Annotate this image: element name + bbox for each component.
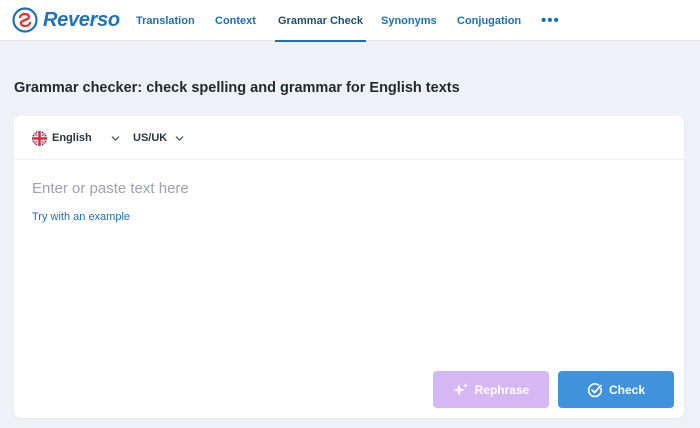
rephrase-label: Rephrase [474, 382, 530, 397]
editor-toolbar: English US/UK [14, 116, 684, 160]
reverso-logo-icon [12, 7, 38, 33]
page-title: Grammar checker: check spelling and gram… [14, 80, 460, 96]
check-label: Check [608, 382, 646, 397]
grammar-editor-card: English US/UK Enter or paste text here T… [14, 116, 684, 418]
check-button[interactable]: Check [558, 371, 674, 408]
reverso-logo[interactable]: Reverso [12, 6, 120, 34]
language-selector[interactable]: English [32, 128, 120, 148]
uk-flag-icon [32, 130, 47, 146]
chevron-down-icon [111, 135, 120, 141]
nav-synonyms[interactable]: Synonyms [381, 0, 437, 41]
top-navigation-bar: Reverso Translation Context Grammar Chec… [0, 0, 700, 42]
page-title-bold: Grammar checker: [14, 80, 143, 96]
variant-selector[interactable]: US/UK [133, 128, 184, 148]
variant-label: US/UK [133, 132, 168, 144]
try-example-link[interactable]: Try with an example [32, 211, 130, 223]
text-input-area[interactable]: Enter or paste text here [32, 180, 662, 210]
check-circle-icon [587, 382, 603, 397]
sparkle-icon [452, 382, 468, 396]
nav-translation[interactable]: Translation [136, 0, 195, 41]
more-menu-button[interactable]: ••• [541, 0, 560, 41]
nav-grammar-check[interactable]: Grammar Check [275, 0, 366, 42]
language-label: English [52, 132, 92, 144]
nav-conjugation[interactable]: Conjugation [457, 0, 521, 41]
brand-name: Reverso [43, 8, 120, 31]
nav-context[interactable]: Context [215, 0, 256, 41]
rephrase-button[interactable]: Rephrase [433, 371, 549, 408]
page-title-rest: check spelling and grammar for English t… [142, 80, 460, 96]
chevron-down-icon [175, 135, 184, 141]
